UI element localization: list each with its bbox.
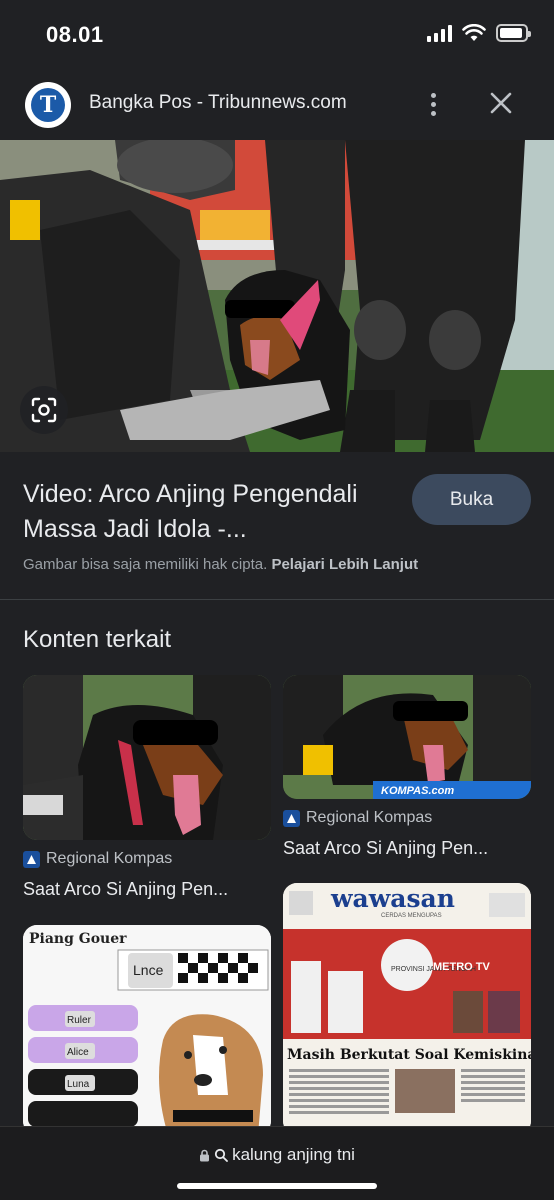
kompas-logo-icon [23, 850, 40, 868]
site-logo-letter: T [31, 88, 65, 122]
open-button[interactable]: Buka [412, 474, 531, 525]
kompas-logo-icon [283, 809, 300, 827]
wifi-icon [462, 24, 486, 41]
collar-tag: Ruler [67, 1015, 92, 1026]
newspaper-tagline: CERDAS MENGUPAS [381, 913, 442, 919]
lens-icon [31, 397, 57, 423]
cellular-signal-icon [427, 24, 452, 42]
learn-more-link[interactable]: Pelajari Lebih Lanjut [271, 556, 418, 573]
search-query-bar[interactable]: kalung anjing tni [0, 1145, 554, 1165]
collar-brand: Piang Gouer [29, 931, 127, 947]
card-title[interactable]: Saat Arco Si Anjing Pen... [283, 838, 488, 859]
collar-tag: Lnce [133, 962, 164, 978]
site-logo[interactable]: T [25, 82, 71, 128]
result-header: T Bangka Pos - Tribunnews.com [0, 76, 554, 132]
close-icon[interactable] [484, 86, 518, 120]
lock-icon [200, 1149, 210, 1161]
result-title[interactable]: Video: Arco Anjing Pengendali Massa Jadi… [23, 477, 393, 547]
newspaper-headline: Masih Berkutat Soal Kemiskinan [287, 1047, 531, 1063]
related-card-image[interactable] [23, 675, 271, 840]
related-card-image[interactable]: Piang Gouer Lnce Ruler Alice Luna [23, 925, 271, 1135]
newspaper-front-page: wawasan CERDAS MENGUPAS PROVINSI JAWA TE… [283, 883, 531, 1135]
rottweiler-photo: KOMPAS.com [283, 675, 531, 799]
kompas-watermark: KOMPAS.com [381, 785, 454, 797]
divider [0, 599, 554, 600]
newspaper-channel: METRO TV [433, 961, 490, 973]
copyright-notice: Gambar bisa saja memiliki hak cipta. Pel… [23, 556, 418, 573]
dog-collar-product-photo: Piang Gouer Lnce Ruler Alice Luna [23, 925, 271, 1135]
copyright-text: Gambar bisa saja memiliki hak cipta. [23, 556, 268, 573]
related-card-image[interactable]: wawasan CERDAS MENGUPAS PROVINSI JAWA TE… [283, 883, 531, 1135]
police-dog-photo [0, 140, 554, 452]
status-icons [427, 24, 531, 42]
collar-tag: Alice [67, 1047, 89, 1058]
lens-button[interactable] [20, 386, 68, 434]
card-source-name: Regional Kompas [306, 809, 433, 826]
status-bar: 08.01 [0, 0, 554, 70]
related-content-heading: Konten terkait [23, 626, 172, 653]
search-query-text: kalung anjing tni [232, 1145, 355, 1164]
site-name[interactable]: Bangka Pos - Tribunnews.com [89, 92, 347, 114]
newspaper-masthead: wawasan [330, 884, 455, 913]
bottom-bar: kalung anjing tni [0, 1126, 554, 1200]
card-source: Regional Kompas [283, 809, 432, 827]
card-source-name: Regional Kompas [46, 850, 173, 867]
collar-tag: Luna [67, 1079, 90, 1090]
status-time: 08.01 [46, 22, 104, 47]
related-card-image[interactable]: KOMPAS.com [283, 675, 531, 799]
card-title[interactable]: Saat Arco Si Anjing Pen... [23, 879, 228, 900]
battery-icon [496, 24, 531, 42]
result-image[interactable] [0, 140, 554, 452]
home-indicator[interactable] [177, 1183, 377, 1189]
rottweiler-photo [23, 675, 271, 840]
search-icon [214, 1148, 228, 1162]
card-source: Regional Kompas [23, 850, 172, 868]
more-vert-icon [430, 92, 436, 98]
more-options-button[interactable] [418, 84, 448, 124]
